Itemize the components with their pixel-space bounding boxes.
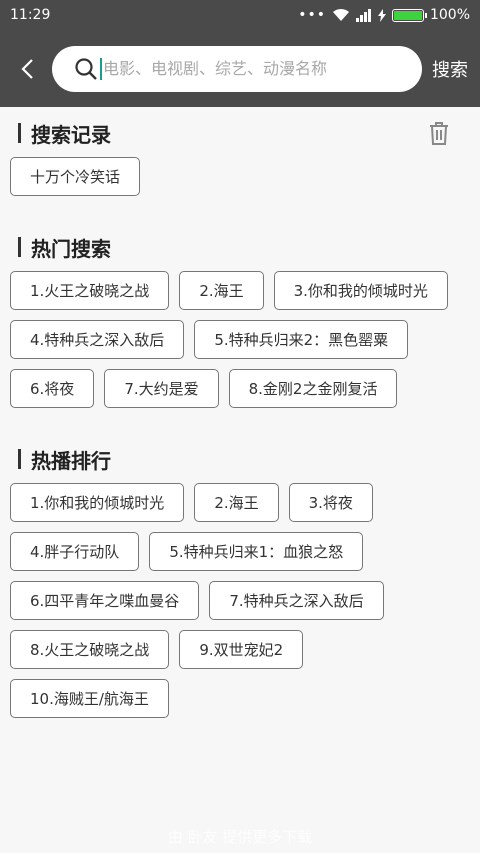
hot-search-tag[interactable]: 4.特种兵之深入敌后	[10, 320, 185, 359]
watermark: 由 卧友 提供更多下载	[167, 828, 313, 846]
hot-search-section: 热门搜索 1.火王之破晓之战 2.海王 3.你和我的倾城时光 4.特种兵之深入敌后 5.…	[0, 223, 480, 408]
battery-level	[393, 10, 422, 20]
search-history-header: 搜索记录	[10, 109, 470, 157]
search-header: 搜索	[0, 30, 480, 107]
hot-search-tag[interactable]: 8.金刚2之金刚复活	[228, 369, 398, 408]
title-marker	[18, 237, 21, 257]
hot-play-tag[interactable]: 5.特种兵归来1：血狼之怒	[149, 532, 364, 571]
hot-play-tag[interactable]: 6.四平青年之喋血曼谷	[10, 581, 200, 620]
hot-play-tag[interactable]: 1.你和我的倾城时光	[10, 483, 185, 522]
hot-play-title: 热播排行	[31, 448, 111, 473]
hot-play-tag[interactable]: 7.特种兵之深入敌后	[209, 581, 384, 620]
search-button[interactable]: 搜索	[432, 56, 468, 82]
status-time: 11:29	[10, 7, 51, 23]
search-history-section: 搜索记录 十万个冷笑话	[0, 109, 480, 196]
search-history-title: 搜索记录	[31, 122, 111, 147]
hot-play-tags: 1.你和我的倾城时光 2.海王 3.将夜 4.胖子行动队 5.特种兵归来1：血狼之怒 6.…	[10, 483, 470, 718]
hot-play-header: 热播排行	[10, 435, 470, 483]
section-title: 热门搜索	[10, 233, 111, 262]
hot-play-section: 热播排行 1.你和我的倾城时光 2.海王 3.将夜 4.胖子行动队 5.特种兵归来1：血…	[0, 435, 480, 718]
hot-play-tag[interactable]: 3.将夜	[288, 483, 373, 522]
search-icon	[75, 57, 97, 80]
hot-play-tag[interactable]: 9.双世宠妃2	[179, 630, 304, 669]
status-bar: 11:29 ••• 100%	[0, 0, 480, 30]
search-input[interactable]	[103, 59, 422, 78]
hot-search-tag[interactable]: 5.特种兵归来2：黑色罂粟	[194, 320, 409, 359]
search-history-tags: 十万个冷笑话	[10, 157, 470, 196]
chevron-left-icon	[21, 58, 33, 79]
charging-icon	[377, 8, 386, 22]
hot-play-tag[interactable]: 4.胖子行动队	[10, 532, 140, 571]
wifi-icon	[332, 8, 349, 21]
back-button[interactable]	[10, 49, 44, 89]
hot-search-header: 热门搜索	[10, 223, 470, 271]
section-title: 热播排行	[10, 445, 111, 474]
hot-search-tag[interactable]: 2.海王	[179, 271, 264, 310]
hot-search-tags: 1.火王之破晓之战 2.海王 3.你和我的倾城时光 4.特种兵之深入敌后 5.特种兵归来…	[10, 271, 470, 408]
hot-search-tag[interactable]: 7.大约是爱	[104, 369, 219, 408]
hot-play-tag[interactable]: 8.火王之破晓之战	[10, 630, 170, 669]
hot-play-tag[interactable]: 10.海贼王/航海王	[10, 679, 169, 718]
history-tag[interactable]: 十万个冷笑话	[10, 157, 141, 196]
section-title: 搜索记录	[10, 119, 111, 148]
title-marker	[18, 449, 21, 469]
status-icons: ••• 100%	[298, 7, 470, 23]
text-caret	[100, 57, 102, 80]
hot-search-tag[interactable]: 3.你和我的倾城时光	[273, 271, 448, 310]
hot-search-title: 热门搜索	[31, 236, 111, 261]
signal-icon	[355, 8, 371, 22]
title-marker	[18, 123, 21, 143]
battery-percent: 100%	[429, 7, 470, 23]
hot-play-tag[interactable]: 2.海王	[194, 483, 279, 522]
trash-icon[interactable]	[426, 120, 452, 146]
notification-dots: •••	[298, 7, 326, 23]
search-box[interactable]	[52, 45, 422, 92]
battery-icon	[391, 8, 427, 22]
hot-search-tag[interactable]: 6.将夜	[10, 369, 95, 408]
hot-search-tag[interactable]: 1.火王之破晓之战	[10, 271, 170, 310]
